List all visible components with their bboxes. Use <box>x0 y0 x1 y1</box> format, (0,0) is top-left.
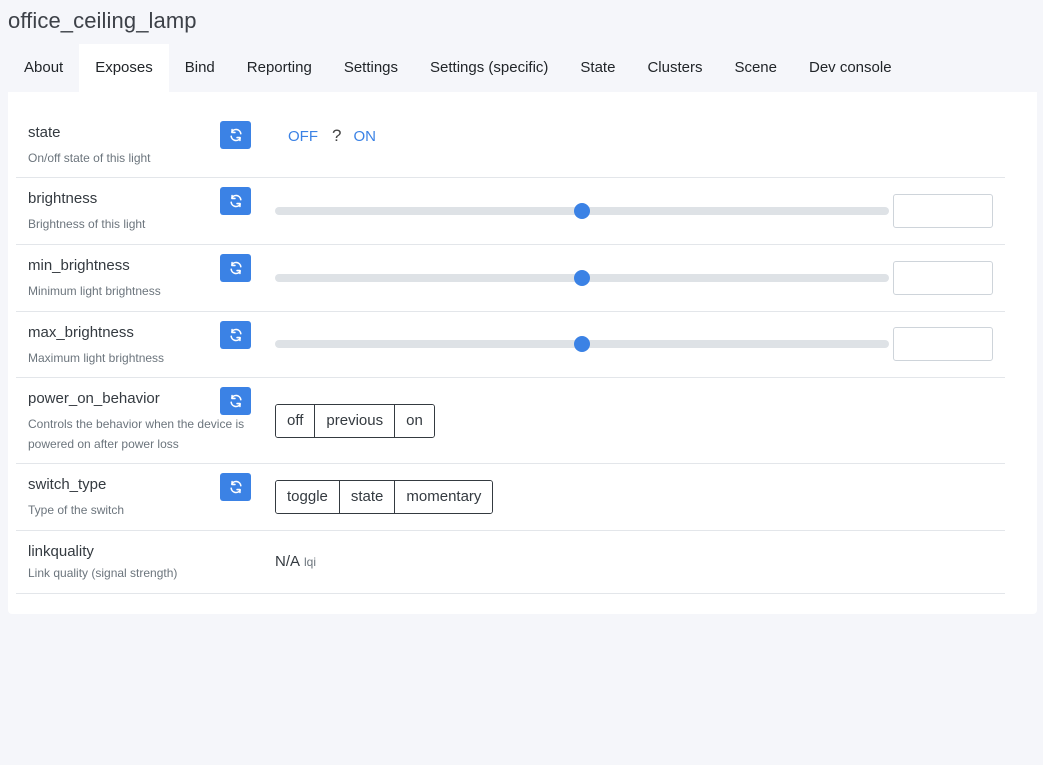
tab-bind[interactable]: Bind <box>169 44 231 92</box>
linkquality-unit: lqi <box>304 555 317 569</box>
expose-description: Controls the behavior when the device is… <box>28 417 245 451</box>
refresh-max-brightness-button[interactable] <box>220 321 251 349</box>
expose-name: max_brightness <box>28 324 134 341</box>
slider-thumb[interactable] <box>574 203 590 219</box>
refresh-brightness-button[interactable] <box>220 187 251 215</box>
switch-type-options: toggle state momentary <box>275 480 494 514</box>
state-off-link[interactable]: OFF <box>288 128 318 145</box>
expose-row-linkquality: linkquality Link quality (signal strengt… <box>16 531 1005 594</box>
min-brightness-slider[interactable] <box>275 270 889 286</box>
power-on-option-off[interactable]: off <box>276 405 316 437</box>
refresh-state-button[interactable] <box>220 121 251 149</box>
expose-description: On/off state of this light <box>28 151 151 165</box>
power-on-behavior-options: off previous on <box>275 404 435 438</box>
refresh-icon <box>229 261 242 275</box>
tab-scene[interactable]: Scene <box>718 44 793 92</box>
expose-row-brightness: brightness Brightness of this light <box>16 178 1005 245</box>
expose-name: switch_type <box>28 476 107 493</box>
expose-description: Link quality (signal strength) <box>28 566 178 580</box>
exposes-list: state On/off state of this light OFF ? O… <box>16 112 1005 594</box>
expose-name: brightness <box>28 190 98 207</box>
expose-description: Type of the switch <box>28 503 125 517</box>
page-title: office_ceiling_lamp <box>8 8 197 33</box>
expose-name: state <box>28 124 61 141</box>
brightness-slider[interactable] <box>275 203 889 219</box>
tab-about[interactable]: About <box>8 44 79 92</box>
state-toggle: OFF ? ON <box>288 126 376 146</box>
min-brightness-input[interactable] <box>893 261 993 295</box>
switch-type-option-momentary[interactable]: momentary <box>395 481 493 513</box>
brightness-input[interactable] <box>893 194 993 228</box>
power-on-option-previous[interactable]: previous <box>315 405 396 437</box>
expose-description: Brightness of this light <box>28 217 146 231</box>
max-brightness-input[interactable] <box>893 327 993 361</box>
exposes-panel: state On/off state of this light OFF ? O… <box>8 92 1037 614</box>
tab-settings[interactable]: Settings <box>328 44 414 92</box>
power-on-option-on[interactable]: on <box>395 405 434 437</box>
expose-name: min_brightness <box>28 257 130 274</box>
state-on-link[interactable]: ON <box>353 128 376 145</box>
refresh-icon <box>229 328 242 342</box>
linkquality-number: N/A <box>275 553 301 570</box>
expose-description: Minimum light brightness <box>28 284 161 298</box>
tab-clusters[interactable]: Clusters <box>631 44 718 92</box>
expose-name: power_on_behavior <box>28 390 160 407</box>
slider-thumb[interactable] <box>574 270 590 286</box>
expose-row-switch-type: switch_type Type of the switch toggle st… <box>16 464 1005 531</box>
tab-dev-console[interactable]: Dev console <box>793 44 908 92</box>
tab-exposes[interactable]: Exposes <box>79 44 169 92</box>
expose-row-state: state On/off state of this light OFF ? O… <box>16 112 1005 178</box>
linkquality-value: N/A lqi <box>275 553 316 570</box>
expose-row-power-on-behavior: power_on_behavior Controls the behavior … <box>16 378 1005 464</box>
switch-type-option-toggle[interactable]: toggle <box>276 481 340 513</box>
tab-reporting[interactable]: Reporting <box>231 44 328 92</box>
tab-settings-specific[interactable]: Settings (specific) <box>414 44 564 92</box>
state-unknown-indicator: ? <box>332 126 342 145</box>
tab-state[interactable]: State <box>564 44 631 92</box>
refresh-power-on-behavior-button[interactable] <box>220 387 251 415</box>
max-brightness-slider[interactable] <box>275 336 889 352</box>
slider-thumb[interactable] <box>574 336 590 352</box>
expose-row-min-brightness: min_brightness Minimum light brightness <box>16 245 1005 312</box>
tab-bar: About Exposes Bind Reporting Settings Se… <box>8 44 908 92</box>
refresh-icon <box>229 128 242 142</box>
expose-description: Maximum light brightness <box>28 351 165 365</box>
refresh-switch-type-button[interactable] <box>220 473 251 501</box>
refresh-icon <box>229 480 242 494</box>
expose-name: linkquality <box>28 543 94 560</box>
switch-type-option-state[interactable]: state <box>339 481 396 513</box>
refresh-icon <box>229 194 242 208</box>
expose-row-max-brightness: max_brightness Maximum light brightness <box>16 312 1005 378</box>
refresh-min-brightness-button[interactable] <box>220 254 251 282</box>
refresh-icon <box>229 394 242 408</box>
